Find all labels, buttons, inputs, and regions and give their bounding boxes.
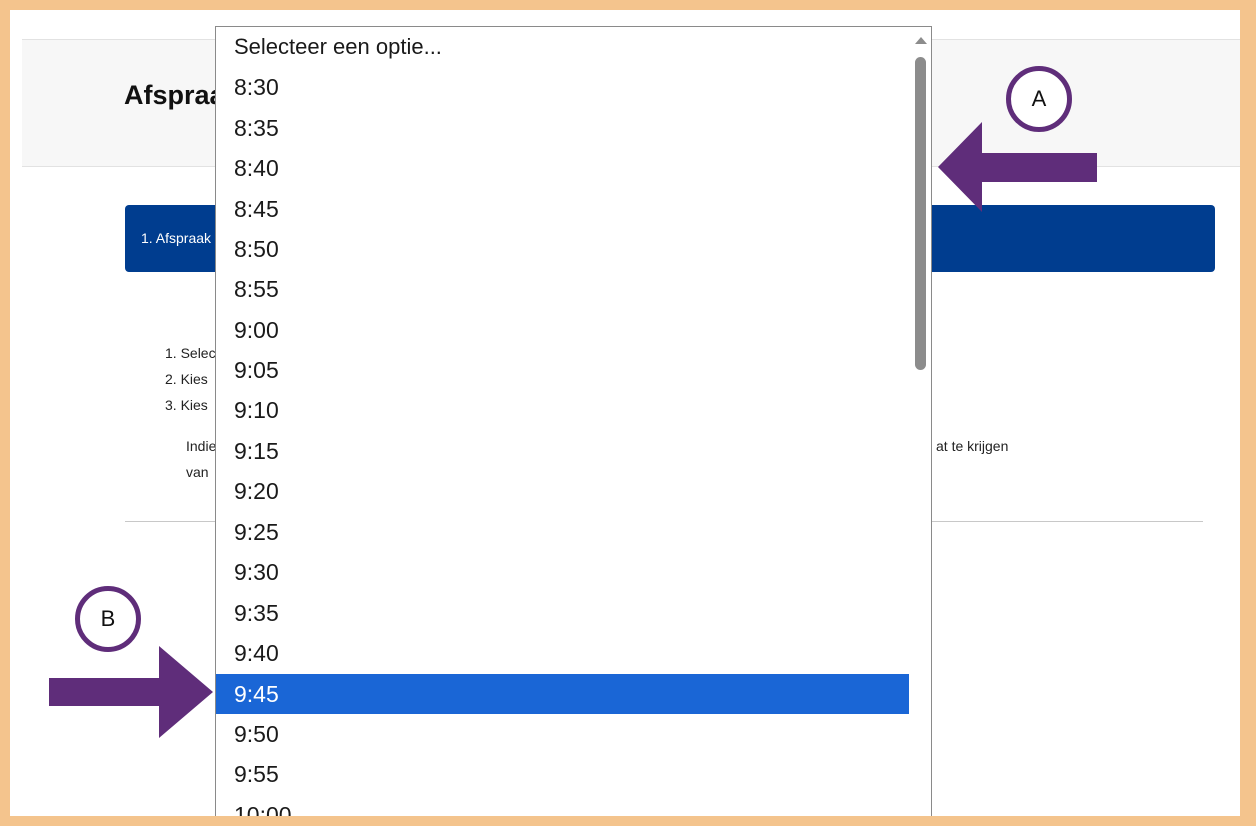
step-label: 1. Afspraak <box>141 230 212 246</box>
time-option[interactable]: 9:55 <box>216 754 910 794</box>
time-option[interactable]: 9:05 <box>216 350 910 390</box>
scroll-up-arrow-icon[interactable] <box>915 37 927 44</box>
info-text-second-line: van <box>186 464 209 480</box>
time-option[interactable]: 8:40 <box>216 148 910 188</box>
arrow-left-icon <box>938 122 1097 212</box>
time-option[interactable]: 9:25 <box>216 512 910 552</box>
dropdown-placeholder-option[interactable]: Selecteer een optie... <box>216 27 910 67</box>
time-option[interactable]: 10:00 <box>216 795 910 816</box>
callout-b: B <box>75 586 141 652</box>
time-option[interactable]: 9:30 <box>216 552 910 592</box>
callout-a: A <box>1006 66 1072 132</box>
time-option[interactable]: 9:20 <box>216 471 910 511</box>
time-option[interactable]: 8:35 <box>216 108 910 148</box>
time-option[interactable]: 8:50 <box>216 229 910 269</box>
time-option[interactable]: 9:15 <box>216 431 910 471</box>
time-option[interactable]: 9:40 <box>216 633 910 673</box>
time-option[interactable]: 9:10 <box>216 390 910 430</box>
time-option[interactable]: 8:55 <box>216 269 910 309</box>
arrow-right-icon <box>49 646 213 738</box>
time-option[interactable]: 8:30 <box>216 67 910 107</box>
time-option[interactable]: 9:35 <box>216 593 910 633</box>
time-option[interactable]: 9:50 <box>216 714 910 754</box>
scrollbar-thumb[interactable] <box>915 57 926 370</box>
time-option[interactable]: 9:00 <box>216 310 910 350</box>
time-select-dropdown[interactable]: Selecteer een optie... 8:30 8:35 8:40 8:… <box>215 26 932 816</box>
time-option-selected[interactable]: 9:45 <box>216 674 910 714</box>
info-text-end: at te krijgen <box>936 438 1009 454</box>
time-option[interactable]: 8:45 <box>216 189 910 229</box>
dropdown-scrollbar[interactable] <box>909 27 931 816</box>
